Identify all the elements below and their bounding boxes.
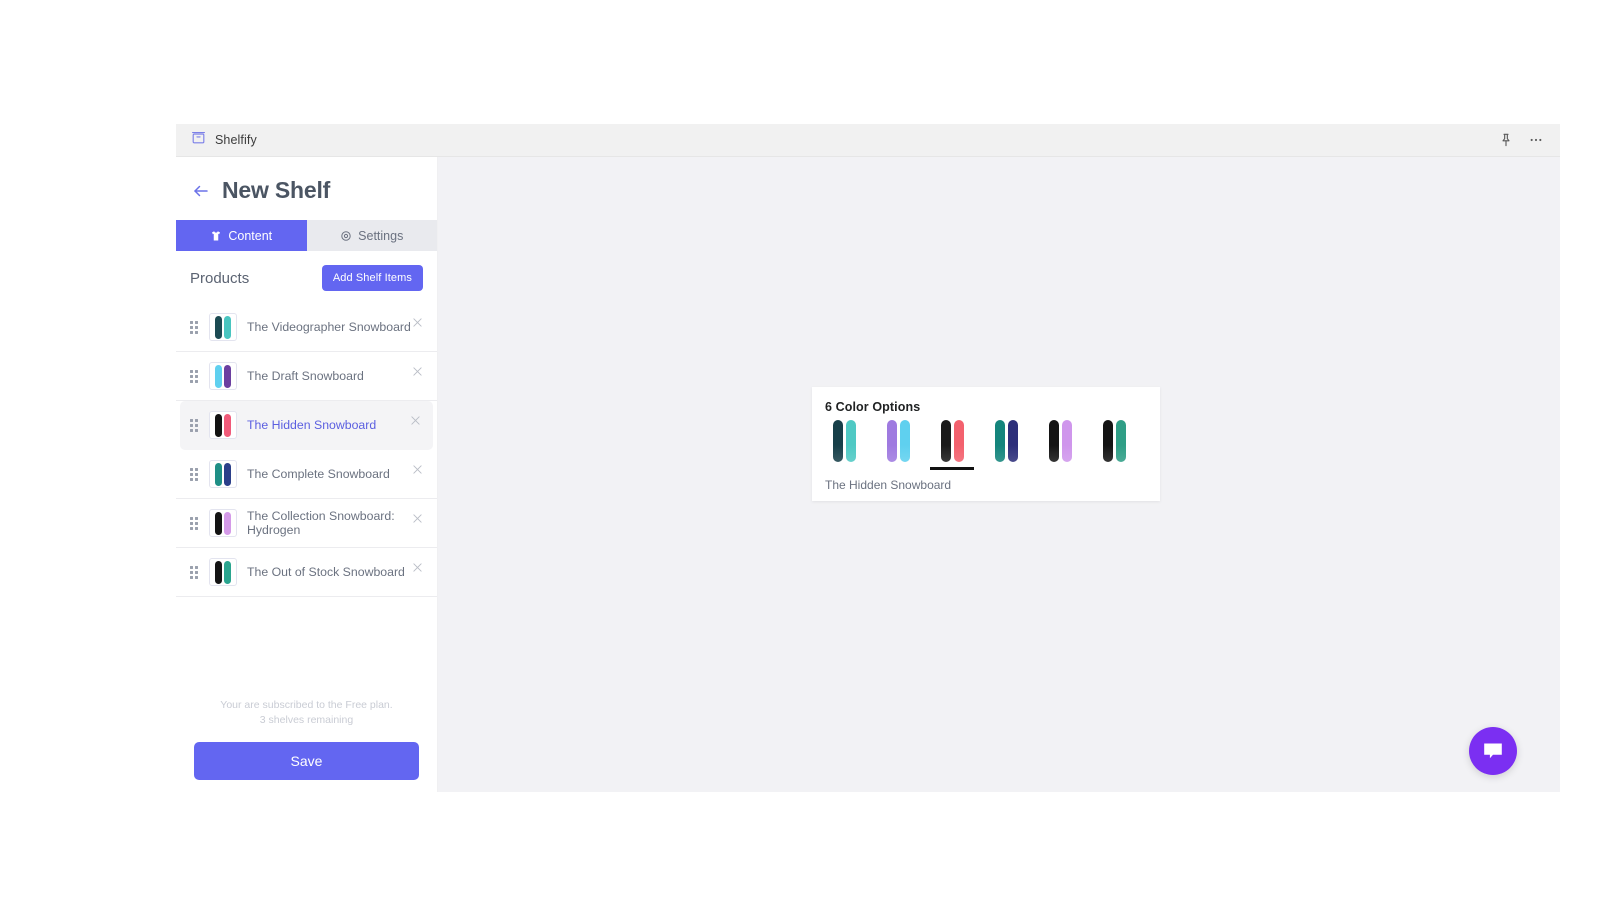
snowboard-shape	[215, 511, 222, 535]
product-name: The Complete Snowboard	[247, 466, 390, 481]
preview-card-caption: The Hidden Snowboard	[825, 478, 952, 492]
sidebar: New Shelf Content Settings Products Add …	[176, 157, 438, 792]
shelf-preview-card: 6 Color Options The Hidden Snowboard	[812, 387, 1160, 501]
preview-card-title: 6 Color Options	[825, 400, 921, 414]
ellipsis-icon	[1530, 138, 1542, 142]
products-header: Products Add Shelf Items	[176, 251, 437, 303]
product-row[interactable]: The Out of Stock Snowboard	[176, 548, 437, 597]
snowboard-shape	[215, 462, 222, 486]
snowboard-shape	[224, 364, 231, 388]
drag-handle-icon[interactable]	[190, 320, 200, 334]
product-thumbnail	[209, 362, 237, 390]
app-topbar: Shelfify	[176, 124, 1560, 157]
product-thumbnail	[209, 313, 237, 341]
close-x-icon[interactable]	[412, 464, 423, 475]
shelf-box-icon	[191, 130, 206, 150]
plan-status-line-2: 3 shelves remaining	[259, 714, 354, 727]
snowboard-shape	[886, 420, 897, 462]
close-x-icon[interactable]	[410, 415, 421, 426]
snowboard-shape	[224, 462, 231, 486]
product-name: The Videographer Snowboard	[247, 319, 411, 334]
add-shelf-items-button[interactable]: Add Shelf Items	[321, 265, 423, 291]
color-swatch-row	[812, 414, 1160, 470]
tab-content-label: Content	[228, 228, 273, 243]
snowboard-shape	[940, 420, 951, 462]
chat-bubble-icon	[1484, 743, 1502, 759]
product-name: The Out of Stock Snowboard	[247, 564, 405, 579]
close-x-icon[interactable]	[412, 366, 423, 377]
tshirt-icon	[212, 230, 221, 240]
product-row[interactable]: The Collection Snowboard: Hydrogen	[176, 499, 437, 548]
app-window: Shelfify New Shelf Content Settings Prod…	[176, 124, 1560, 792]
snowboard-shape	[224, 315, 231, 339]
color-swatch[interactable]	[1038, 420, 1082, 470]
snowboard-shape	[215, 364, 222, 388]
tab-settings-label: Settings	[358, 228, 404, 243]
sidebar-tabs: Content Settings	[176, 220, 437, 251]
chat-launcher-button[interactable]	[1469, 727, 1517, 775]
snowboard-shape	[215, 315, 222, 339]
snowboard-shape	[845, 420, 856, 462]
plan-status-line-1: Your are subscribed to the Free plan.	[220, 698, 393, 711]
product-thumbnail	[209, 558, 237, 586]
color-swatch[interactable]	[930, 420, 974, 470]
product-row[interactable]: The Draft Snowboard	[176, 352, 437, 401]
snowboard-shape	[215, 413, 222, 437]
product-thumbnail	[209, 509, 237, 537]
brand-label: Shelfify	[215, 133, 257, 147]
products-label: Products	[190, 269, 250, 287]
product-name: The Collection Snowboard: Hydrogen	[247, 508, 395, 538]
product-thumbnail	[209, 411, 237, 439]
close-x-icon[interactable]	[412, 317, 423, 328]
snowboard-shape	[899, 420, 910, 462]
more-options-button[interactable]	[1528, 132, 1544, 148]
close-x-icon[interactable]	[412, 562, 423, 573]
snowboard-shape	[832, 420, 843, 462]
color-swatch[interactable]	[1092, 420, 1136, 470]
snowboard-shape	[953, 420, 964, 462]
topbar-actions	[1498, 132, 1560, 148]
drag-handle-icon[interactable]	[190, 516, 200, 530]
close-x-icon[interactable]	[412, 513, 423, 524]
product-row[interactable]: The Videographer Snowboard	[176, 303, 437, 352]
snowboard-shape	[1061, 420, 1072, 462]
product-row[interactable]: The Hidden Snowboard	[180, 401, 433, 450]
snowboard-shape	[994, 420, 1005, 462]
snowboard-shape	[1115, 420, 1126, 462]
product-name: The Hidden Snowboard	[247, 417, 377, 432]
brand: Shelfify	[176, 130, 257, 150]
color-swatch[interactable]	[984, 420, 1028, 470]
pin-icon	[1502, 133, 1510, 147]
arrow-left-icon[interactable]	[192, 182, 210, 200]
shelf-header: New Shelf	[176, 157, 437, 220]
preview-canvas: 6 Color Options The Hidden Snowboard	[438, 157, 1560, 792]
product-list: The Videographer Snowboard The Draft Snow…	[176, 303, 437, 597]
drag-handle-icon[interactable]	[190, 467, 200, 481]
gear-icon	[341, 230, 351, 241]
product-name: The Draft Snowboard	[247, 368, 364, 383]
color-swatch[interactable]	[822, 420, 866, 470]
page-title: New Shelf	[222, 177, 331, 203]
drag-handle-icon[interactable]	[190, 565, 200, 579]
drag-handle-icon[interactable]	[190, 418, 200, 432]
tab-settings[interactable]: Settings	[306, 220, 437, 251]
snowboard-shape	[224, 511, 231, 535]
save-button[interactable]: Save	[194, 742, 419, 780]
tab-content[interactable]: Content	[176, 220, 307, 251]
product-thumbnail	[209, 460, 237, 488]
product-row[interactable]: The Complete Snowboard	[176, 450, 437, 499]
snowboard-shape	[1048, 420, 1059, 462]
color-swatch[interactable]	[876, 420, 920, 470]
sidebar-footer: Your are subscribed to the Free plan. 3 …	[176, 698, 437, 793]
snowboard-shape	[224, 560, 231, 584]
snowboard-shape	[224, 413, 231, 437]
drag-handle-icon[interactable]	[190, 369, 200, 383]
pin-button[interactable]	[1498, 132, 1514, 148]
snowboard-shape	[1102, 420, 1113, 462]
snowboard-shape	[215, 560, 222, 584]
snowboard-shape	[1007, 420, 1018, 462]
